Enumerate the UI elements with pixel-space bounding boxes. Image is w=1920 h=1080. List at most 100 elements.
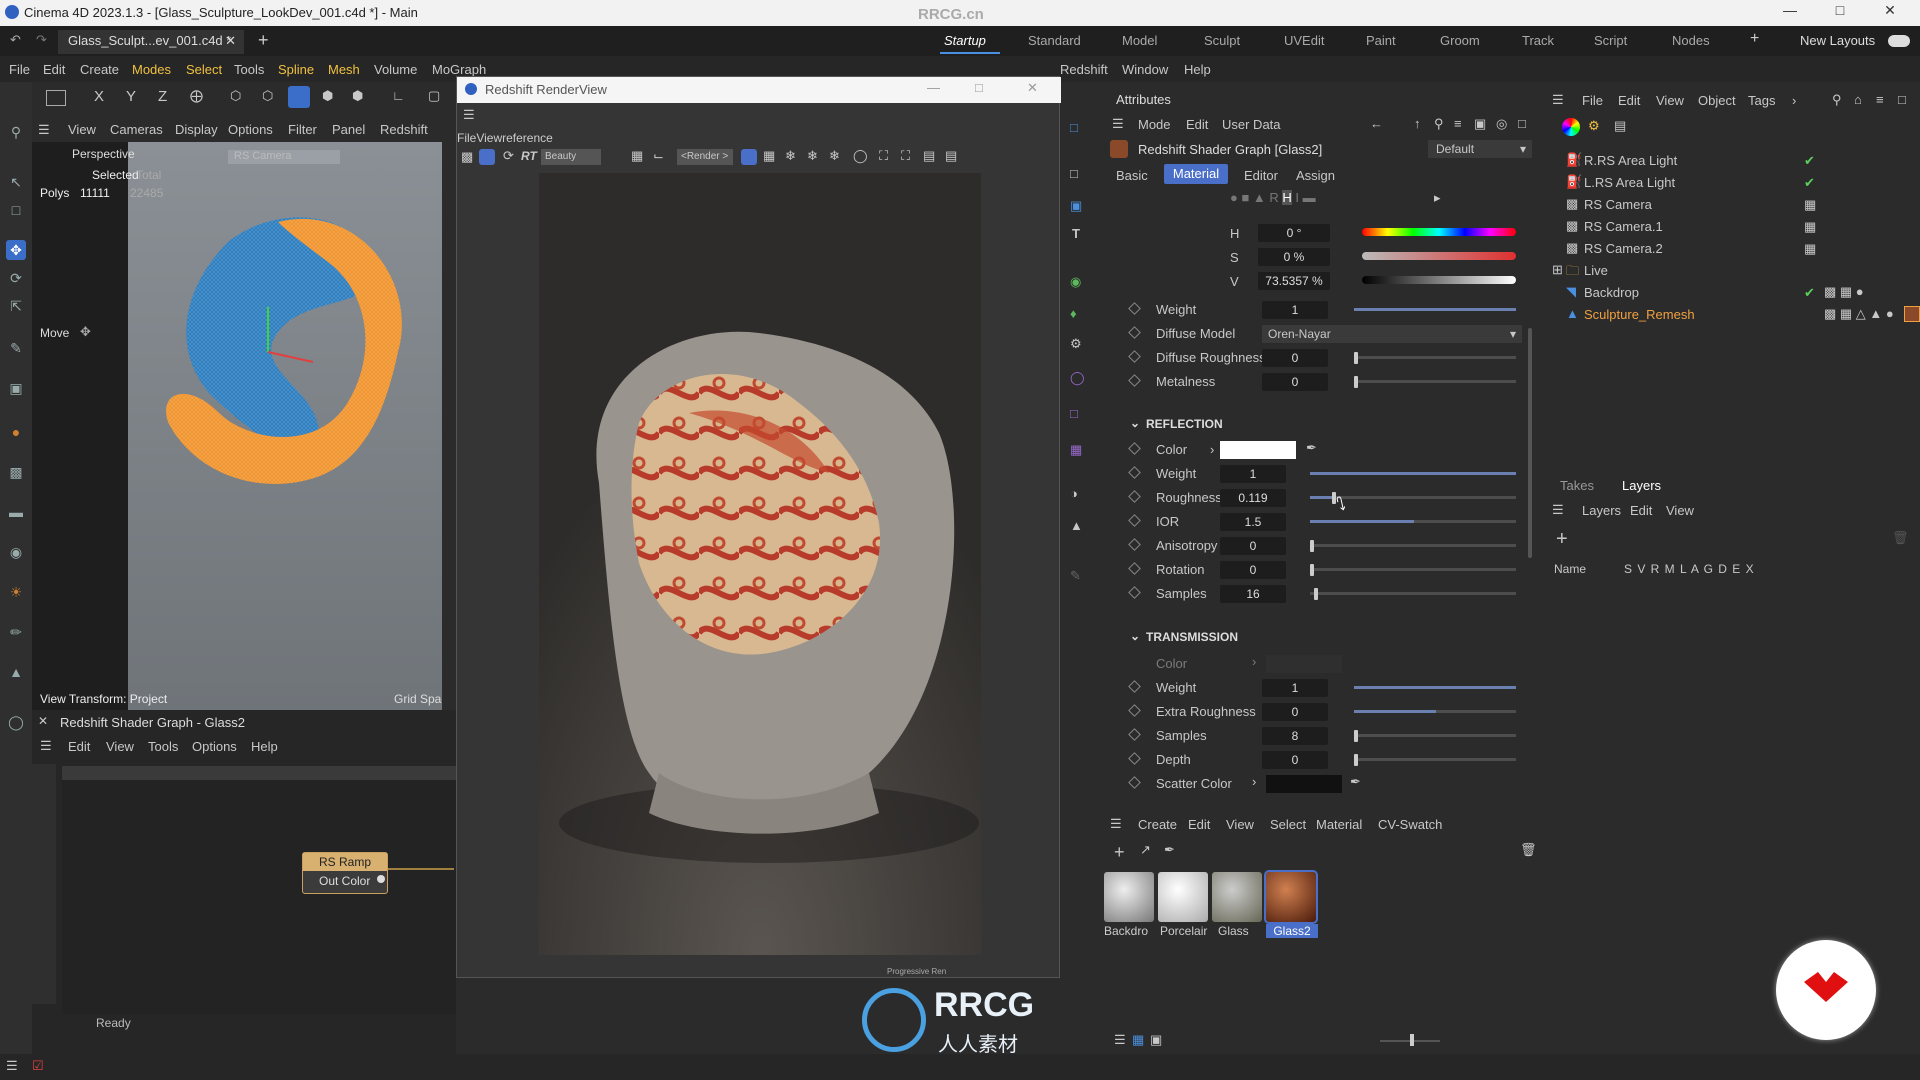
menu-edit[interactable]: Edit bbox=[43, 62, 65, 77]
diffuse-model-dropdown[interactable]: Oren-Nayar ▾ bbox=[1262, 325, 1522, 343]
tab-material[interactable]: Material bbox=[1164, 164, 1228, 184]
expand-color-icon[interactable]: ▸ bbox=[1434, 190, 1441, 206]
object-menu-object[interactable]: Object bbox=[1698, 93, 1736, 108]
effector-icon[interactable]: ▦ bbox=[1070, 442, 1082, 458]
tab-editor[interactable]: Editor bbox=[1244, 168, 1278, 183]
renderview-menu-icon[interactable]: ☰ bbox=[463, 107, 475, 123]
color-picker-icon[interactable] bbox=[1562, 118, 1580, 136]
layout-track[interactable]: Track bbox=[1522, 33, 1554, 48]
scatter-color-swatch[interactable] bbox=[1266, 775, 1342, 793]
layers-menu-icon[interactable]: ☰ bbox=[1552, 502, 1564, 518]
object-menu-tags[interactable]: Tags bbox=[1748, 93, 1775, 108]
layers-menu-view[interactable]: View bbox=[1666, 503, 1694, 518]
slider-knob[interactable] bbox=[1310, 564, 1314, 576]
close-shader-graph-icon[interactable]: ✕ bbox=[38, 714, 48, 728]
object-icon[interactable]: □ bbox=[1070, 166, 1078, 181]
tab-layers[interactable]: Layers bbox=[1622, 478, 1661, 493]
attributes-menu-userdata[interactable]: User Data bbox=[1222, 117, 1281, 132]
layout-sculpt[interactable]: Sculpt bbox=[1204, 33, 1240, 48]
enabled-check-icon[interactable]: ✔ bbox=[1804, 153, 1815, 169]
reflection-chevron-icon[interactable]: ⌄ bbox=[1130, 416, 1140, 430]
filter-icon[interactable]: ≡ bbox=[1454, 116, 1462, 131]
large-view-icon[interactable]: ▣ bbox=[1150, 1032, 1162, 1048]
settings-gear-icon[interactable]: ⚙ bbox=[1070, 336, 1082, 352]
shader-menu-help[interactable]: Help bbox=[251, 739, 278, 754]
saturation-slider[interactable] bbox=[1362, 252, 1516, 260]
home-icon[interactable]: ⌂ bbox=[1854, 92, 1862, 107]
anisotropy-slider[interactable] bbox=[1310, 544, 1516, 547]
solo-icon[interactable]: ▢ bbox=[428, 88, 440, 104]
menu-modes[interactable]: Modes bbox=[132, 62, 171, 77]
viewport-menu-cameras[interactable]: Cameras bbox=[110, 122, 163, 137]
keyframe-icon[interactable] bbox=[1128, 776, 1141, 789]
transmission-color-swatch[interactable] bbox=[1266, 655, 1342, 673]
viewport-menu-filter[interactable]: Filter bbox=[288, 122, 317, 137]
keyframe-icon[interactable] bbox=[1128, 374, 1141, 387]
search-icon[interactable]: ⚲ bbox=[6, 122, 26, 142]
add-layer-icon[interactable]: + bbox=[1556, 528, 1568, 551]
snap-icon[interactable]: ◯ bbox=[6, 712, 26, 732]
slider-knob[interactable] bbox=[1354, 352, 1358, 364]
color-mode-icons[interactable]: ● ■ ▲ R H I ▬ bbox=[1230, 190, 1316, 205]
ior-value[interactable]: 1.5 bbox=[1220, 513, 1286, 531]
layout-uvedit[interactable]: UVEdit bbox=[1284, 33, 1324, 48]
diffuse-roughness-slider[interactable] bbox=[1354, 356, 1516, 359]
material-glass2[interactable] bbox=[1264, 870, 1318, 924]
camera-selector[interactable]: RS Camera bbox=[228, 150, 340, 164]
floor-icon[interactable]: ▬ bbox=[6, 502, 26, 522]
delete-layer-icon[interactable]: 🗑 bbox=[1892, 530, 1909, 546]
render-dropdown[interactable]: <Render > bbox=[677, 149, 733, 165]
enabled-check-icon[interactable]: ✔ bbox=[1804, 285, 1815, 301]
grid-icon[interactable]: ▦ bbox=[631, 148, 643, 164]
exposure-icon[interactable]: ◯ bbox=[853, 148, 868, 164]
region-icon[interactable]: ⌙ bbox=[653, 148, 664, 164]
deformer-icon[interactable]: ▩ bbox=[6, 462, 26, 482]
viewport-perspective[interactable]: RS Camera Perspective Selected Total Pol… bbox=[32, 142, 442, 710]
compare-icon[interactable]: ▤ bbox=[923, 148, 935, 164]
material-menu-edit[interactable]: Edit bbox=[1188, 817, 1210, 832]
hue-value[interactable]: 0 ° bbox=[1258, 224, 1330, 242]
anisotropy-value[interactable]: 0 bbox=[1220, 537, 1286, 555]
menu-tools[interactable]: Tools bbox=[234, 62, 264, 77]
axis-z-icon[interactable]: Z bbox=[158, 88, 167, 105]
material-backdrop[interactable] bbox=[1104, 872, 1154, 922]
pick-material-icon[interactable]: ✒ bbox=[1164, 842, 1175, 858]
layout-toggle[interactable] bbox=[1888, 35, 1910, 47]
list-view-icon[interactable]: ☰ bbox=[1114, 1032, 1126, 1048]
tag-icons[interactable]: ▩ ▦ △ ▲ ● bbox=[1824, 306, 1894, 322]
link-icon[interactable]: ↗ bbox=[1140, 842, 1151, 858]
expand-chevron-icon[interactable]: › bbox=[1252, 774, 1256, 789]
polygons-mode-icon[interactable] bbox=[288, 86, 310, 108]
clapper-icon[interactable]: ▩ bbox=[461, 149, 473, 165]
keyframe-icon[interactable] bbox=[1128, 490, 1141, 503]
field-icon[interactable]: □ bbox=[1070, 406, 1078, 421]
renderview-menu[interactable]: FileViewreference bbox=[457, 131, 553, 145]
maximize-button[interactable]: □ bbox=[1820, 2, 1860, 24]
material-menu-create[interactable]: Create bbox=[1138, 817, 1177, 832]
viewport-menu-icon[interactable]: ☰ bbox=[38, 122, 50, 138]
menu-file[interactable]: File bbox=[9, 62, 30, 77]
keyframe-icon[interactable] bbox=[1128, 752, 1141, 765]
keyframe-icon[interactable] bbox=[1128, 586, 1141, 599]
material-menu-view[interactable]: View bbox=[1226, 817, 1254, 832]
out-color-port-dot[interactable] bbox=[377, 875, 385, 883]
object-row[interactable]: ▩ RS Camera.2 ▦ bbox=[1554, 238, 1920, 260]
out-color-port[interactable]: Out Color bbox=[303, 871, 387, 891]
delete-material-icon[interactable]: 🗑 bbox=[1520, 842, 1537, 858]
reflection-samples-slider[interactable] bbox=[1310, 592, 1516, 595]
shader-menu-edit[interactable]: Edit bbox=[68, 739, 90, 754]
eyedropper-icon[interactable]: ✒ bbox=[1350, 774, 1361, 790]
transmission-chevron-icon[interactable]: ⌄ bbox=[1130, 629, 1140, 643]
search-attr-icon[interactable]: ⚲ bbox=[1434, 116, 1444, 132]
add-material-icon[interactable]: + bbox=[1114, 842, 1125, 863]
close-button[interactable]: ✕ bbox=[1870, 2, 1910, 24]
metalness-slider[interactable] bbox=[1354, 380, 1516, 383]
tab-takes[interactable]: Takes bbox=[1560, 478, 1594, 493]
points-mode-icon[interactable]: ⬡ bbox=[230, 88, 241, 104]
keyframe-icon[interactable] bbox=[1128, 538, 1141, 551]
hierarchy-icon[interactable]: ▤ bbox=[1614, 118, 1626, 134]
layout-standard[interactable]: Standard bbox=[1028, 33, 1081, 48]
depth-value[interactable]: 0 bbox=[1262, 751, 1328, 769]
fit-icon[interactable]: ⛶ bbox=[879, 148, 888, 164]
cloner-icon[interactable]: ♦ bbox=[1070, 306, 1077, 321]
